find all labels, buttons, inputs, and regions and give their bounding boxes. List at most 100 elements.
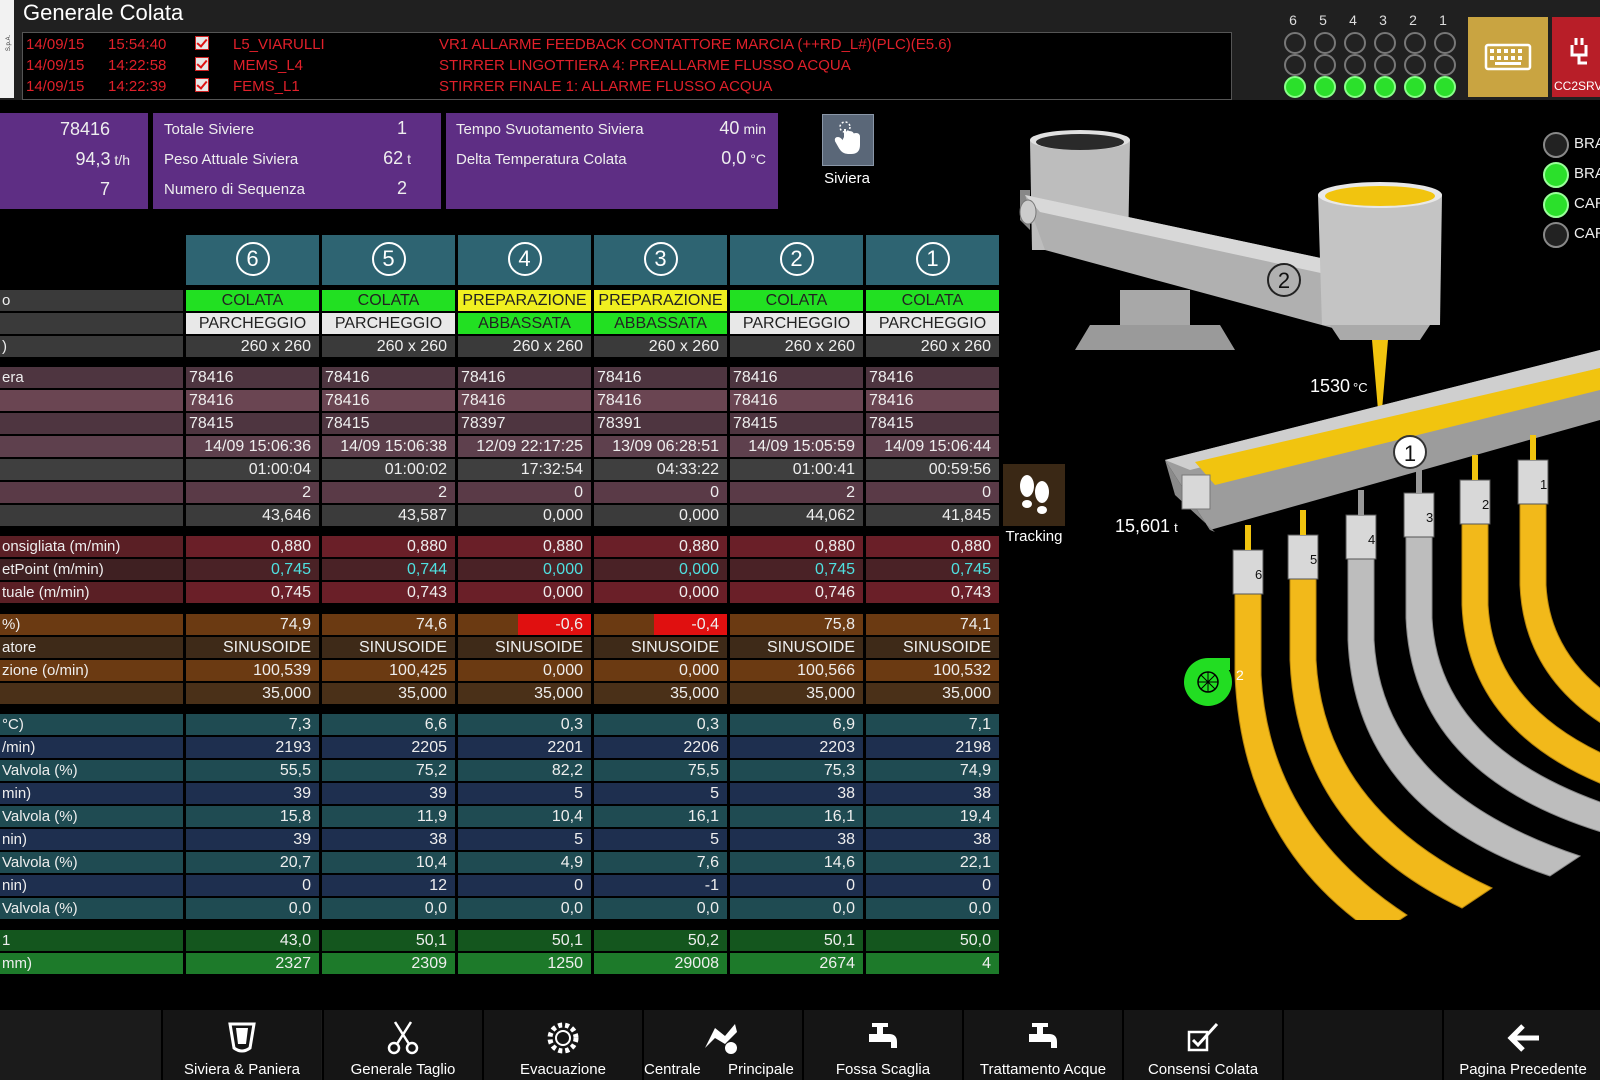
cell-z3-valve: 0,0 [458, 898, 591, 919]
row-label: Valvola (%) [0, 898, 183, 919]
nav-button-generale-taglio[interactable]: Generale Taglio [322, 1010, 482, 1080]
plug-icon [1570, 38, 1588, 65]
nav-button-trattamento-acque[interactable]: Trattamento Acque [962, 1010, 1122, 1080]
nav-label: Generale Taglio [350, 1061, 456, 1078]
nav-label: Principale [728, 1061, 794, 1078]
alarm-source: MEMS_L4 [233, 57, 304, 74]
tundish-number: 1 [1404, 441, 1416, 466]
cell-state: COLATA [730, 290, 863, 311]
strand-header[interactable]: 5 [322, 235, 455, 285]
alarm-ack-checkbox[interactable] [195, 78, 209, 92]
cell-format: 260 x 260 [594, 336, 727, 357]
cell-pct: 74,9 [186, 614, 319, 635]
mould-label: 6 [1255, 567, 1262, 582]
cell-v-act: 0,745 [186, 582, 319, 603]
cell-seq2: 78416 [322, 390, 455, 411]
row-label [0, 313, 183, 334]
cell-osc-freq: 100,425 [322, 660, 455, 681]
cell-z1-valve: 10,4 [458, 806, 591, 827]
cell-g6-a: 50,2 [594, 930, 727, 951]
nav-button-evacuazione[interactable]: Evacuazione [482, 1010, 642, 1080]
cell-seq3: 78415 [730, 413, 863, 434]
cell-mode: PARCHEGGIO [322, 313, 455, 334]
strand-header[interactable]: 1 [866, 235, 999, 285]
cell-osc-x: 35,000 [186, 683, 319, 704]
cell-g6-b: 29008 [594, 953, 727, 974]
side-status-label: CAR [1574, 195, 1600, 212]
cell-osc-x: 35,000 [458, 683, 591, 704]
keyboard-icon [1484, 43, 1532, 71]
row-label: °C) [0, 714, 183, 735]
cell-seq1: 78416 [866, 367, 999, 388]
strand-number: 4 [507, 242, 542, 276]
strand-status-led [1434, 54, 1456, 76]
cell-v-cons: 0,880 [458, 536, 591, 557]
strand-number: 3 [643, 242, 678, 276]
cell-mode: PARCHEGGIO [730, 313, 863, 334]
cell-v-set: 0,000 [458, 559, 591, 580]
alarm-ack-checkbox[interactable] [195, 36, 209, 50]
cell-osc-x: 35,000 [594, 683, 727, 704]
strand-number: 1 [915, 242, 950, 276]
cell-start: 14/09 15:06:44 [866, 436, 999, 457]
cell-z2-valve: 4,9 [458, 852, 591, 873]
row-label: %) [0, 614, 183, 635]
strand-status-led [1374, 54, 1396, 76]
cell-mode: ABBASSATA [458, 313, 591, 334]
cell-v-act: 0,743 [866, 582, 999, 603]
cell-seq3: 78415 [322, 413, 455, 434]
alarm-row[interactable]: 14/09/15 14:22:58 MEMS_L4 STIRRER LINGOTTIE… [23, 55, 1231, 77]
cell-format: 260 x 260 [322, 336, 455, 357]
cell-osc-freq: 100,566 [730, 660, 863, 681]
cell-z3-valve: 0,0 [186, 898, 319, 919]
strand-status-led [1374, 76, 1396, 98]
row-label [0, 436, 183, 457]
alarm-date: 14/09/15 [26, 78, 85, 95]
row-label: 1 [0, 930, 183, 951]
nav-empty-slot [1282, 1010, 1442, 1080]
strand-header[interactable]: 4 [458, 235, 591, 285]
cell-count: 0 [866, 482, 999, 503]
alarm-list[interactable]: 14/09/15 15:54:40 L5_VIARULLI VR1 ALLARME F… [22, 32, 1232, 100]
cell-z1-flow: 38 [866, 783, 999, 804]
cell-pct: 74,1 [866, 614, 999, 635]
row-label: o [0, 290, 183, 311]
strand-header[interactable]: 2 [730, 235, 863, 285]
row-label [0, 482, 183, 503]
cell-g6-a: 50,1 [458, 930, 591, 951]
cell-w-dt: 7,3 [186, 714, 319, 735]
steel-stream [1372, 340, 1388, 410]
cell-weight: 41,845 [866, 505, 999, 526]
ladle-turret [1019, 130, 1360, 350]
keyboard-button[interactable] [1468, 17, 1548, 97]
row-label [0, 413, 183, 434]
cell-duration: 01:00:04 [186, 459, 319, 480]
nav-button-siviera-paniera[interactable]: Siviera & Paniera [161, 1010, 321, 1080]
alarm-row[interactable]: 14/09/15 14:22:39 FEMS_L1 STIRRER FINALE 1:… [23, 76, 1231, 98]
cell-z3-flow: 0 [458, 875, 591, 896]
strand-status-led [1344, 32, 1366, 54]
siviera-button[interactable] [822, 114, 874, 166]
side-status-label: BRA [1574, 165, 1600, 182]
alarm-row[interactable]: 14/09/15 15:54:40 L5_VIARULLI VR1 ALLARME F… [23, 34, 1231, 56]
alarm-date: 14/09/15 [26, 36, 85, 53]
cell-v-cons: 0,880 [730, 536, 863, 557]
nav-button-pagina-precedente[interactable]: Pagina Precedente [1442, 1010, 1600, 1080]
nav-button-consensi-colata[interactable]: Consensi Colata [1122, 1010, 1282, 1080]
nav-button-principale[interactable]: Principale [728, 1010, 800, 1080]
cc2srv-button[interactable]: CC2SRV [1552, 17, 1600, 97]
cell-g6-b: 2309 [322, 953, 455, 974]
row-label: nin) [0, 829, 183, 850]
strand-header[interactable]: 3 [594, 235, 727, 285]
cell-z2-flow: 38 [866, 829, 999, 850]
alarm-time: 14:22:39 [108, 78, 167, 95]
strand-header[interactable]: 6 [186, 235, 319, 285]
cell-g6-b: 2327 [186, 953, 319, 974]
strand-led-number: 5 [1319, 12, 1327, 28]
row-label: tuale (m/min) [0, 582, 183, 603]
nav-button-fossa-scaglia[interactable]: Fossa Scaglia [802, 1010, 962, 1080]
nav-label: Pagina Precedente [1459, 1061, 1587, 1078]
alarm-ack-checkbox[interactable] [195, 57, 209, 71]
cell-g6-a: 50,0 [866, 930, 999, 951]
cell-z2-valve: 14,6 [730, 852, 863, 873]
